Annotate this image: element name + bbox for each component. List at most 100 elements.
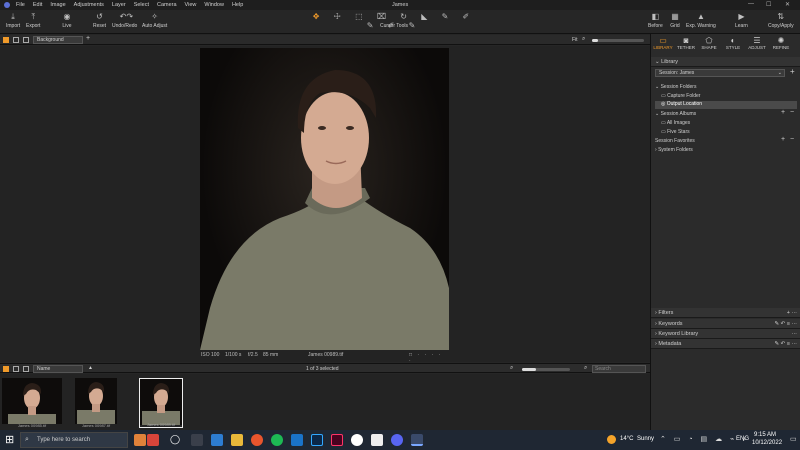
keywords-header[interactable]: › Keywords ✎ ↶ ≡ ···: [651, 319, 800, 329]
tree-five-stars[interactable]: ▭ Five Stars: [661, 129, 690, 135]
export-button[interactable]: ⤒ Export: [26, 12, 40, 29]
tab-refine[interactable]: ✺ REFINE: [769, 36, 793, 50]
menu-layer[interactable]: Layer: [112, 2, 126, 8]
menu-select[interactable]: Select: [134, 2, 149, 8]
keyword-library-header[interactable]: › Keyword Library ···: [651, 329, 800, 339]
metadata-header[interactable]: › Metadata ✎ ↶ ≡ ···: [651, 339, 800, 349]
tree-capture-folder[interactable]: ▭ Capture Folder: [661, 93, 700, 99]
thumb-size-slider[interactable]: [522, 368, 570, 371]
tree-session-albums[interactable]: ⌄ Session Albums: [655, 111, 696, 117]
background-select[interactable]: Background: [33, 36, 83, 44]
undo-redo-icon: ↶↷: [119, 12, 134, 21]
task-view-icon[interactable]: ◯: [170, 434, 180, 445]
chat-icon[interactable]: [371, 434, 383, 446]
main-toolbar: ⤓ Import ⤒ Export ◉ Live ↺ Reset ↶↷ Undo/Redo…: [0, 10, 800, 34]
thumbnail-item[interactable]: James 00987.tif: [75, 378, 135, 428]
menu-file[interactable]: File: [16, 2, 25, 8]
sort-direction-icon[interactable]: ▲: [88, 365, 93, 371]
tree-session-folders[interactable]: ⌄ Session Folders: [655, 84, 696, 90]
auto-adjust-button[interactable]: ✧ Auto Adjust: [142, 12, 167, 29]
tree-output-location[interactable]: ◎ Output Location: [655, 101, 797, 109]
clock-date[interactable]: 10/12/2022: [752, 440, 782, 446]
firefox-icon[interactable]: [251, 434, 263, 446]
menu-adjustments[interactable]: Adjustments: [74, 2, 104, 8]
clock-time[interactable]: 9:15 AM: [754, 432, 776, 438]
widget-icon[interactable]: [134, 434, 146, 446]
live-button[interactable]: ◉ Live: [62, 12, 72, 29]
capture-one-icon[interactable]: [411, 434, 423, 446]
thumbnail-item[interactable]: James 00985.tif: [2, 378, 62, 428]
reset-button[interactable]: ↺ Reset: [93, 12, 106, 29]
focal-value: 85 mm: [263, 352, 279, 358]
reset-label: Reset: [93, 23, 107, 29]
taskbar-search[interactable]: ⌕ Type here to search: [20, 432, 128, 448]
close-button[interactable]: ✕: [785, 1, 790, 8]
thumb-details-icon[interactable]: [23, 366, 29, 372]
tree-session-favorites[interactable]: Session Favorites: [655, 138, 695, 144]
tab-adjust[interactable]: ☰ ADJUST: [745, 36, 769, 50]
maximize-button[interactable]: ☐: [766, 1, 771, 8]
settings-icon[interactable]: [191, 434, 203, 446]
add-session-icon[interactable]: +: [790, 67, 795, 76]
menu-window[interactable]: Window: [204, 2, 224, 8]
panel-options-icon[interactable]: ✎ ↶ ≡ ···: [774, 319, 797, 329]
photoshop-icon[interactable]: [311, 434, 323, 446]
undo-redo-button[interactable]: ↶↷ Undo/Redo: [112, 12, 137, 29]
cursor-tools-icons[interactable]: ✥ ☩ ⬚ ⌧ ↻ ◣ ✎ ✐ ✎ ✐ ✎: [304, 12, 484, 30]
session-select[interactable]: Session: James ⌄: [655, 69, 785, 77]
grid-button[interactable]: ▦ Grid: [670, 12, 680, 29]
spotify-icon[interactable]: [271, 434, 283, 446]
menu-camera[interactable]: Camera: [157, 2, 177, 8]
language-indicator[interactable]: ENG: [736, 436, 749, 442]
multi-view-icon[interactable]: [13, 37, 19, 43]
indesign-icon[interactable]: [331, 434, 343, 446]
tree-system-folders[interactable]: › System Folders: [655, 147, 693, 153]
add-album-icon[interactable]: +: [781, 109, 785, 116]
outlook-icon[interactable]: [291, 434, 303, 446]
menu-edit[interactable]: Edit: [33, 2, 42, 8]
learn-button[interactable]: ▶ Learn: [735, 12, 748, 29]
filters-header[interactable]: › Filters + ···: [651, 308, 800, 318]
before-button[interactable]: ◧ Before: [648, 12, 663, 29]
add-favorite-icon[interactable]: +: [781, 136, 785, 143]
tab-library[interactable]: ▭ LIBRARY: [651, 36, 675, 50]
tab-tether[interactable]: ◙ TETHER: [674, 36, 698, 50]
thumbnail-item-selected[interactable]: James 00989.tif: [139, 378, 183, 428]
menu-view[interactable]: View: [185, 2, 197, 8]
menu-help[interactable]: Help: [232, 2, 243, 8]
session-select-value: Session: James: [659, 70, 695, 76]
tab-style[interactable]: ◐ STYLE: [721, 36, 745, 50]
panel-options-icon[interactable]: ✎ ↶ ≡ ···: [774, 339, 797, 349]
grid-view-icon[interactable]: [23, 37, 29, 43]
album-options-icon[interactable]: −: [790, 109, 794, 116]
thumb-grid-icon[interactable]: [3, 366, 9, 372]
favorite-options-icon[interactable]: −: [790, 136, 794, 143]
import-button[interactable]: ⤓ Import: [6, 12, 20, 29]
windows-start-icon[interactable]: ⊞: [5, 433, 14, 446]
image-info-bar: ISO 100 1/100 s f/2.5 85 mm James 00989.…: [200, 350, 449, 364]
notion-icon[interactable]: [351, 434, 363, 446]
zoom-slider[interactable]: [592, 39, 644, 42]
filmstrip-search-input[interactable]: Search: [592, 365, 646, 373]
panel-options-icon[interactable]: ···: [792, 329, 798, 339]
exp-warning-button[interactable]: ▲ Exp. Warning: [686, 12, 716, 29]
widget-icon[interactable]: [147, 434, 159, 446]
thumb-list-icon[interactable]: [13, 366, 19, 372]
menu-image[interactable]: Image: [50, 2, 65, 8]
panel-options-icon[interactable]: + ···: [787, 308, 797, 318]
tab-shape[interactable]: ⬠ SHAPE: [697, 36, 721, 50]
discord-icon[interactable]: [391, 434, 403, 446]
cursor-tools-group: ✥ ☩ ⬚ ⌧ ↻ ◣ ✎ ✐ ✎ ✐ ✎ Cursor Tools: [304, 12, 484, 30]
minimize-button[interactable]: —: [748, 1, 754, 7]
sort-select[interactable]: Name: [33, 365, 83, 373]
single-view-icon[interactable]: [3, 37, 9, 43]
notification-icon[interactable]: ▭: [790, 435, 797, 443]
copy-apply-button[interactable]: ⇅ Copy/Apply: [768, 12, 794, 29]
file-explorer-icon[interactable]: [231, 434, 243, 446]
tree-all-images[interactable]: ▭ All Images: [661, 120, 690, 126]
window-title: James: [392, 2, 409, 8]
library-header[interactable]: ⌄ Library: [651, 57, 800, 67]
add-icon[interactable]: +: [86, 35, 90, 42]
adjust-icon: ☰: [753, 36, 761, 45]
store-icon[interactable]: [211, 434, 223, 446]
